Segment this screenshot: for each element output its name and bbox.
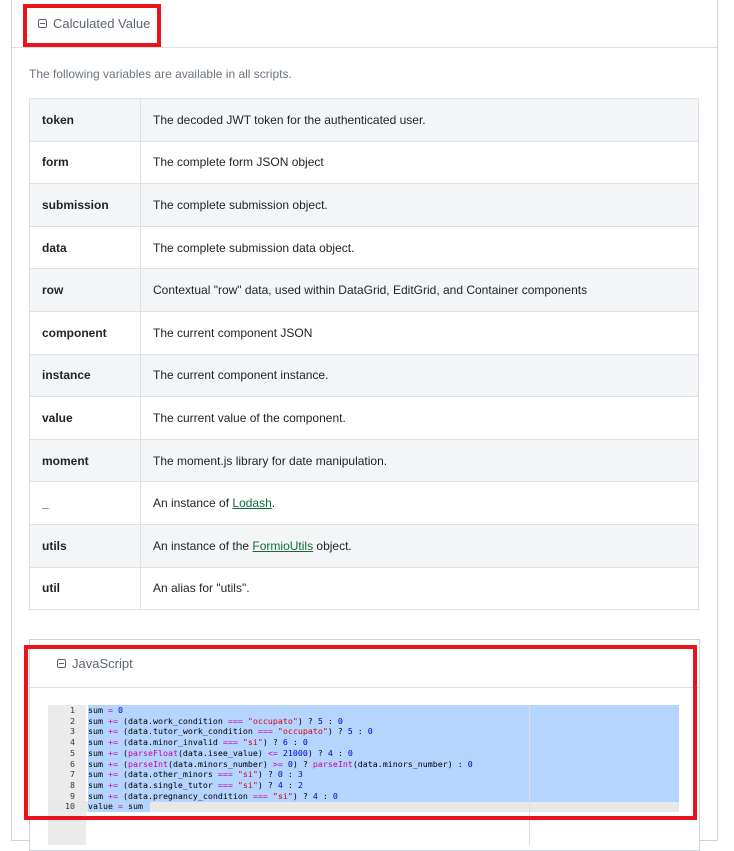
line-number: 1 — [70, 705, 75, 715]
code-text: sum += (parseFloat(data.isee_value) <= 2… — [88, 747, 353, 758]
variable-description: The complete submission data object. — [140, 225, 699, 270]
variable-description: An instance of Lodash. — [140, 481, 699, 525]
line-number: 5 — [70, 747, 75, 758]
variable-description: The complete form JSON object — [140, 140, 699, 185]
variable-row: row Contextual "row" data, used within Da… — [29, 268, 699, 312]
variable-row: component The current component JSON — [29, 310, 699, 355]
panel-header[interactable]: Calculated Value — [12, 0, 717, 48]
variable-name: util — [29, 566, 141, 611]
javascript-title: JavaScript — [72, 656, 133, 671]
line-number: 9 — [70, 790, 75, 801]
variable-description: The current component JSON — [140, 310, 699, 355]
variable-name: token — [29, 98, 141, 142]
variable-row: value The current value of the component. — [29, 396, 699, 440]
line-number: 7 — [70, 769, 75, 780]
variable-description: The current value of the component. — [140, 396, 699, 440]
javascript-panel: JavaScript 1 sum = 0 2 sum += (data.work_co… — [29, 639, 700, 851]
collapse-minus-icon — [57, 659, 66, 668]
intro-text: The following variables are available in… — [29, 67, 292, 81]
code-text: sum += (data.other_minors === "si") ? 0 … — [88, 769, 303, 780]
code-line: 8 sum += (data.single_tutor === "si") ? 4… — [48, 780, 679, 791]
javascript-panel-header[interactable]: JavaScript — [30, 640, 699, 688]
variable-row: utils An instance of the FormioUtils obje… — [29, 523, 699, 568]
description-suffix: . — [271, 496, 276, 511]
code-editor[interactable]: 1 sum = 0 2 sum += (data.work_condition ===… — [48, 705, 680, 845]
variable-name: row — [29, 268, 141, 312]
variable-description: The moment.js library for date manipulat… — [140, 438, 699, 483]
calculated-value-toggle[interactable]: Calculated Value — [38, 16, 150, 31]
line-number: 3 — [70, 726, 75, 737]
variable-row: moment The moment.js library for date man… — [29, 438, 699, 483]
code-line: 4 sum += (data.minor_invalid === "si") ? … — [48, 737, 679, 748]
variable-name: moment — [29, 438, 141, 483]
panel-title: Calculated Value — [53, 16, 151, 31]
code-text: sum += (data.pregnancy_condition === "si… — [88, 790, 338, 801]
variable-row: submission The complete submission object… — [29, 183, 699, 227]
variable-name: submission — [29, 183, 141, 227]
code-line: 3 sum += (data.tutor_work_condition === "… — [48, 726, 679, 737]
code-text: sum += (data.tutor_work_condition === "o… — [88, 726, 373, 737]
line-number: 8 — [70, 779, 75, 790]
variable-description: An alias for "utils". — [140, 566, 699, 611]
code-line: 2 sum += (data.work_condition === "occupa… — [48, 716, 679, 727]
variable-description: The current component instance. — [140, 353, 699, 398]
variable-row: form The complete form JSON object — [29, 140, 699, 185]
variable-row: _ An instance of Lodash. — [29, 481, 699, 525]
line-number: 2 — [70, 715, 75, 726]
description-suffix: object. — [313, 538, 352, 553]
line-number: 6 — [70, 758, 75, 769]
variable-row: instance The current component instance. — [29, 353, 699, 398]
code-line: 10 value = sum — [48, 801, 679, 812]
variable-row: util An alias for "utils". — [29, 566, 699, 611]
variable-row: token The decoded JWT token for the authe… — [29, 98, 699, 142]
variable-description: The complete submission object. — [140, 183, 699, 227]
variable-row: data The complete submission data object. — [29, 225, 699, 270]
code-text: sum = 0 — [88, 705, 123, 715]
line-number: 4 — [70, 737, 75, 748]
variable-name: instance — [29, 353, 141, 398]
description-prefix: An instance of the — [153, 538, 253, 553]
collapse-minus-icon — [38, 19, 47, 28]
code-text: sum += (data.work_condition === "occupat… — [88, 715, 343, 726]
variables-table: token The decoded JWT token for the authe… — [29, 98, 699, 611]
code-line: 5 sum += (parseFloat(data.isee_value) <= … — [48, 748, 679, 759]
code-text: sum += (data.minor_invalid === "si") ? 6… — [88, 737, 308, 748]
variable-name: component — [29, 310, 141, 355]
variable-name: data — [29, 225, 141, 270]
description-prefix: An instance of — [153, 496, 233, 511]
variable-description: The decoded JWT token for the authentica… — [140, 98, 699, 142]
variable-description: An instance of the FormioUtils object. — [140, 523, 699, 568]
code-line: 7 sum += (data.other_minors === "si") ? 0… — [48, 769, 679, 780]
variable-name: utils — [29, 523, 141, 568]
line-number: 10 — [65, 801, 75, 812]
variable-name: value — [29, 396, 141, 440]
code-text: sum += (data.single_tutor === "si") ? 4 … — [88, 779, 303, 790]
code-text: sum += (parseInt(data.minors_number) >= … — [88, 758, 473, 769]
doc-link[interactable]: FormioUtils — [252, 539, 313, 553]
code-line: 1 sum = 0 — [48, 705, 679, 716]
javascript-toggle[interactable]: JavaScript — [57, 656, 133, 671]
variable-description: Contextual "row" data, used within DataG… — [140, 268, 699, 312]
code-line: 9 sum += (data.pregnancy_condition === "s… — [48, 791, 679, 802]
variable-name: _ — [29, 481, 141, 525]
code-text: value = sum — [88, 801, 143, 812]
variable-name: form — [29, 140, 141, 185]
doc-link[interactable]: Lodash — [232, 496, 271, 510]
code-line: 6 sum += (parseInt(data.minors_number) >=… — [48, 759, 679, 770]
